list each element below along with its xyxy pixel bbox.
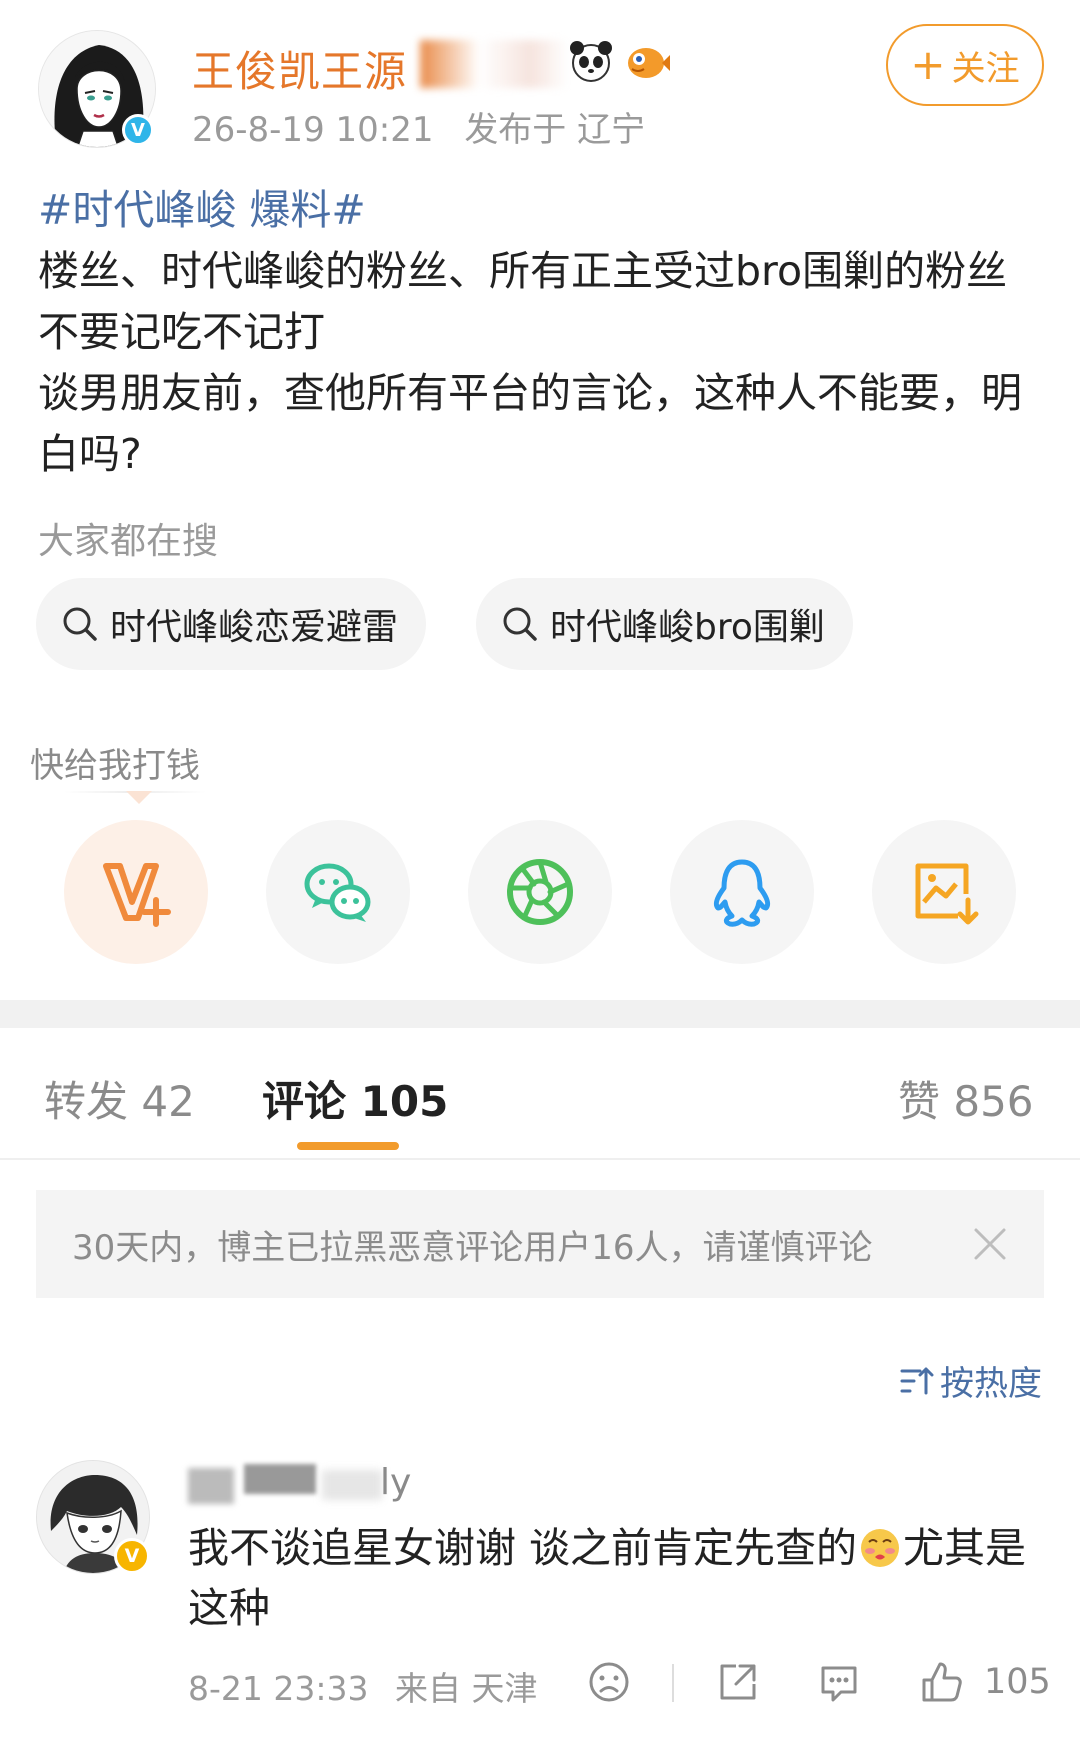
action-divider <box>672 1664 674 1702</box>
post-body: #时代峰峻 爆料# 楼丝、时代峰峻的粉丝、所有正主受过bro围剿的粉丝不要记吃不… <box>38 180 1048 485</box>
trending-search-label: 大家都在搜 <box>38 521 219 562</box>
comment-location: 来自 天津 <box>395 1669 538 1708</box>
tabs-divider <box>0 1158 1080 1160</box>
search-icon <box>63 607 97 641</box>
comment-time: 8-21 23:33 <box>188 1669 369 1708</box>
tab-reposts[interactable]: 转发 42 <box>44 1068 195 1129</box>
blurred-name-region <box>420 40 568 88</box>
sort-toggle[interactable]: 按热度 <box>898 1356 1042 1405</box>
tab-likes[interactable]: 赞 856 <box>898 1068 1034 1129</box>
moments-icon <box>507 859 573 925</box>
author-avatar[interactable]: V <box>38 30 156 148</box>
share-wechat-button[interactable] <box>266 820 410 964</box>
share-vplus-button[interactable] <box>64 820 208 964</box>
like-icon[interactable] <box>918 1658 966 1706</box>
post-paragraph: 谈男朋友前，查他所有平台的言论，这种人不能要，明白吗? <box>38 369 1022 478</box>
frown-reaction-icon[interactable] <box>585 1658 633 1706</box>
blurred-username[interactable] <box>188 1460 382 1510</box>
share-moments-button[interactable] <box>468 820 612 964</box>
post-location: 发布于 辽宁 <box>464 110 646 150</box>
topic-link[interactable]: #时代峰峻 爆料# <box>38 180 1048 241</box>
comment-meta: 8-21 23:33 来自 天津 <box>188 1662 538 1710</box>
v-plus-icon <box>103 863 171 927</box>
follow-label: 关注 <box>951 48 1020 89</box>
comment-text: 我不谈追星女谢谢 谈之前肯定先查的 尤其是这种 <box>188 1518 1048 1638</box>
share-caret <box>126 791 152 804</box>
active-tab-indicator <box>297 1142 399 1150</box>
verified-badge: V <box>114 1538 150 1574</box>
search-pill-text: 时代峰峻bro围剿 <box>550 607 825 648</box>
close-icon[interactable] <box>970 1224 1010 1264</box>
panda-emoji-icon <box>568 38 614 84</box>
comment-text-part: 我不谈追星女谢谢 谈之前肯定先查的 <box>188 1524 858 1572</box>
save-image-icon <box>915 863 979 925</box>
author-name[interactable]: 王俊凯王源 <box>192 38 407 99</box>
search-pill-text: 时代峰峻恋爱避雷 <box>110 607 399 648</box>
like-count: 105 <box>984 1662 1051 1702</box>
share-qq-button[interactable] <box>670 820 814 964</box>
share-save-image-button[interactable] <box>872 820 1016 964</box>
share-label: 快给我打钱 <box>30 746 200 786</box>
post-meta: 26-8-19 10:21 发布于 辽宁 <box>192 102 645 151</box>
search-pill[interactable]: 时代峰峻bro围剿 <box>476 578 853 670</box>
post-paragraph: 楼丝、时代峰峻的粉丝、所有正主受过bro围剿的粉丝不要记吃不记打 <box>38 247 1008 356</box>
wechat-icon <box>304 863 371 922</box>
post-time: 26-8-19 10:21 <box>192 110 434 150</box>
plus-icon: + <box>910 40 946 89</box>
qq-icon <box>713 859 771 927</box>
sort-label: 按热度 <box>940 1364 1042 1404</box>
follow-button[interactable]: + 关注 <box>886 24 1044 106</box>
moderation-notice: 30天内，博主已拉黑恶意评论用户16人，请谨慎评论 <box>36 1190 1044 1298</box>
notice-text: 30天内，博主已拉黑恶意评论用户16人，请谨慎评论 <box>72 1228 873 1268</box>
verified-badge: V <box>122 114 154 146</box>
commenter-avatar[interactable]: V <box>36 1460 150 1574</box>
tab-comments[interactable]: 评论 105 <box>262 1068 448 1129</box>
fish-emoji-icon <box>624 38 670 84</box>
reply-icon[interactable] <box>815 1658 863 1706</box>
section-separator <box>0 1000 1080 1028</box>
post-header: V 王俊凯王源 26-8-19 10:21 发布于 辽宁 + 关注 <box>0 0 1080 150</box>
search-pill[interactable]: 时代峰峻恋爱避雷 <box>36 578 427 670</box>
kiss-face-emoji-icon <box>859 1525 901 1567</box>
search-icon <box>503 607 537 641</box>
share-icon[interactable] <box>714 1658 762 1706</box>
commenter-username-suffix: ly <box>380 1462 412 1503</box>
sort-icon <box>900 1367 934 1394</box>
